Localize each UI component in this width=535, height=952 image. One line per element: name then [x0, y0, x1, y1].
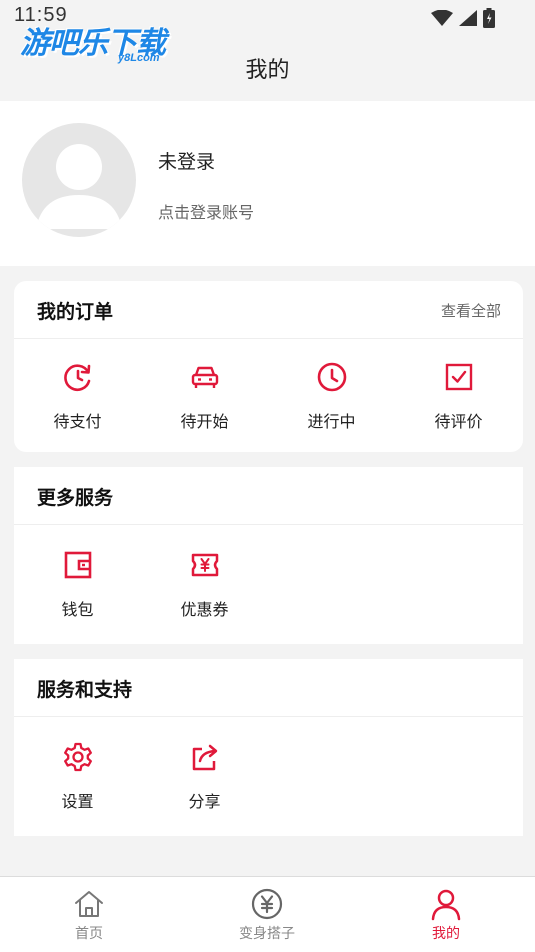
wallet-icon — [64, 551, 91, 579]
settings-button[interactable]: 设置 — [14, 741, 141, 812]
wallet-label: 钱包 — [61, 600, 94, 619]
bottom-tab-bar: 首页 变身搭子 我的 — [0, 876, 535, 952]
order-label: 待开始 — [180, 412, 229, 431]
status-icons — [431, 8, 495, 28]
tab-home[interactable]: 首页 — [39, 887, 139, 943]
wifi-icon — [431, 10, 453, 26]
tab-label: 变身搭子 — [239, 926, 295, 942]
profile-card[interactable]: 未登录 点击登录账号 — [0, 101, 535, 266]
profile-name[interactable]: 未登录 — [158, 147, 215, 174]
support-title: 服务和支持 — [37, 679, 133, 701]
support-card: 服务和支持 设置 分享 — [14, 659, 523, 836]
login-hint[interactable]: 点击登录账号 — [158, 199, 254, 223]
clock-refresh-icon — [63, 364, 90, 391]
clock-icon — [317, 362, 346, 392]
order-in-progress[interactable]: 进行中 — [268, 361, 395, 432]
avatar[interactable] — [22, 123, 136, 237]
tab-transform-buddy[interactable]: 变身搭子 — [217, 887, 317, 943]
car-icon — [191, 366, 218, 388]
orders-card: 我的订单 查看全部 待支付 待开始 进行中 待评价 — [14, 281, 523, 452]
battery-icon — [483, 8, 495, 28]
order-pending-payment[interactable]: 待支付 — [14, 361, 141, 432]
coupon-icon — [191, 553, 218, 577]
order-pending-review[interactable]: 待评价 — [395, 361, 522, 432]
order-label: 待评价 — [434, 412, 483, 431]
orders-header: 我的订单 查看全部 — [14, 281, 523, 339]
coupon-button[interactable]: 优惠券 — [141, 549, 268, 620]
view-all-orders-link[interactable]: 查看全部 — [441, 300, 501, 321]
yuan-circle-icon — [251, 888, 283, 920]
gear-icon — [63, 742, 92, 772]
settings-label: 设置 — [61, 792, 94, 811]
order-pending-start[interactable]: 待开始 — [141, 361, 268, 432]
share-label: 分享 — [188, 792, 221, 811]
wallet-button[interactable]: 钱包 — [14, 549, 141, 620]
order-label: 进行中 — [307, 412, 356, 431]
default-avatar-icon — [36, 144, 122, 229]
signal-icon — [459, 10, 477, 26]
share-icon — [192, 744, 217, 771]
home-icon — [75, 891, 103, 917]
more-services-title: 更多服务 — [37, 487, 114, 509]
more-services-header: 更多服务 — [14, 467, 523, 525]
tab-label: 首页 — [75, 926, 103, 942]
tab-label: 我的 — [432, 926, 460, 942]
tab-mine[interactable]: 我的 — [396, 887, 496, 943]
page-title: 我的 — [245, 58, 290, 83]
more-services-card: 更多服务 钱包 优惠券 — [14, 467, 523, 644]
share-button[interactable]: 分享 — [141, 741, 268, 812]
checkbox-icon — [445, 363, 472, 391]
person-icon — [431, 889, 461, 921]
coupon-label: 优惠券 — [180, 600, 229, 619]
order-label: 待支付 — [53, 412, 102, 431]
orders-title: 我的订单 — [37, 301, 114, 323]
support-header: 服务和支持 — [14, 659, 523, 717]
